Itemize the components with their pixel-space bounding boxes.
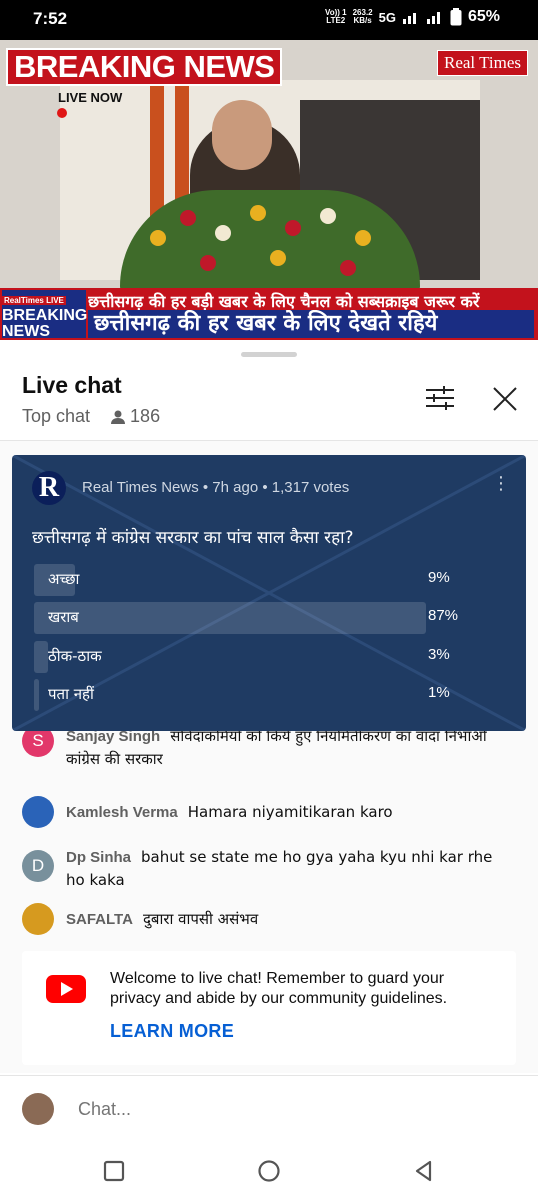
- signal-icon-2: [426, 12, 440, 24]
- video-player[interactable]: BREAKING NEWS LIVE NOW Real Times RealTi…: [0, 40, 538, 340]
- welcome-text: Welcome to live chat! Remember to guard …: [110, 970, 448, 1007]
- poll-option[interactable]: पता नहीं 1%: [34, 679, 484, 711]
- message-author[interactable]: Kamlesh Verma: [66, 804, 178, 821]
- home-icon[interactable]: [257, 1159, 281, 1183]
- poll-option-label: खराब: [48, 608, 79, 626]
- status-bar: 7:52 Vo)) 1 LTE2 263.2 KB/s 5G 65%: [0, 0, 538, 40]
- learn-more-button[interactable]: LEARN MORE: [110, 1021, 234, 1042]
- message-author[interactable]: Dp Sinha: [66, 849, 131, 866]
- signal-icon: [402, 13, 416, 24]
- ticker-top-text: छत्तीसगढ़ की हर बड़ी खबर के लिए चैनल को …: [88, 292, 480, 310]
- chat-input[interactable]: [76, 1098, 380, 1121]
- chat-message: S Sanjay Singh संविदाकर्मियों को किये हुए…: [22, 725, 512, 770]
- battery-percent: 65%: [467, 8, 500, 25]
- message-text: Hamara niyamitikaran karo: [187, 803, 393, 821]
- network-speed: 263.2 KB/s: [352, 8, 373, 25]
- viewers-icon: [111, 410, 126, 424]
- back-icon[interactable]: [412, 1159, 436, 1183]
- poll-option-label: पता नहीं: [48, 685, 94, 703]
- poll-option[interactable]: अच्छा 9%: [34, 564, 484, 596]
- poll-option[interactable]: खराब 87%: [34, 602, 484, 634]
- close-icon[interactable]: [490, 384, 520, 414]
- poll-option-percent: 9%: [428, 569, 450, 586]
- chat-message: SAFALTA दुबारा वापसी असंभव: [22, 903, 512, 935]
- battery-icon: [450, 8, 462, 26]
- chat-mode-selector[interactable]: Top chat 186: [22, 406, 160, 427]
- ticker-bottom-text: छत्तीसगढ़ की हर खबर के लिए देखते रहिये: [88, 310, 534, 338]
- poll-option-label: अच्छा: [48, 570, 80, 588]
- user-avatar[interactable]: [22, 1093, 54, 1125]
- chat-mode-label[interactable]: Top chat: [22, 406, 90, 427]
- poll-option-bar: [34, 679, 39, 711]
- poll-option-bar: [34, 602, 426, 634]
- more-options-icon[interactable]: ⋮: [492, 473, 510, 494]
- flower-bouquet: [120, 190, 420, 300]
- filter-icon[interactable]: [424, 384, 456, 412]
- breaking-news-tag: RealTimes LIVE BREAKING NEWS: [2, 290, 87, 340]
- poll-option-bar: [34, 641, 48, 673]
- chat-input-bar: [0, 1075, 538, 1146]
- avatar[interactable]: D: [22, 850, 54, 882]
- clock: 7:52: [33, 9, 68, 28]
- breaking-news-banner: BREAKING NEWS: [6, 48, 283, 86]
- channel-logo: Real Times: [437, 50, 528, 76]
- recents-icon[interactable]: [102, 1159, 126, 1183]
- poll-option-percent: 1%: [428, 684, 450, 701]
- viewer-count: 186: [130, 406, 161, 426]
- system-nav-bar: [0, 1145, 538, 1200]
- live-chat-title: Live chat: [22, 372, 122, 398]
- network-type: 5G: [378, 9, 396, 25]
- youtube-logo-icon: [46, 975, 86, 1003]
- live-chat-panel: Live chat Top chat 186 S Sanjay Singh संव…: [0, 340, 538, 1200]
- message-author[interactable]: SAFALTA: [66, 911, 133, 928]
- welcome-card: Welcome to live chat! Remember to guard …: [22, 951, 516, 1065]
- channel-avatar[interactable]: R: [32, 471, 66, 505]
- live-indicator-icon: [57, 108, 67, 118]
- drag-handle[interactable]: [241, 352, 297, 357]
- poll-option-percent: 3%: [428, 646, 450, 663]
- poll-card: R Real Times News • 7h ago • 1,317 votes…: [12, 455, 526, 731]
- volte-indicator: Vo)) 1 LTE2: [324, 8, 347, 25]
- message-text: दुबारा वापसी असंभव: [142, 910, 259, 928]
- avatar[interactable]: [22, 796, 54, 828]
- poll-option-label: ठीक-ठाक: [48, 647, 102, 665]
- poll-option-percent: 87%: [428, 607, 459, 624]
- avatar[interactable]: [22, 903, 54, 935]
- live-now-label: LIVE NOW: [58, 90, 123, 105]
- poll-option[interactable]: ठीक-ठाक 3%: [34, 641, 484, 673]
- status-icons: Vo)) 1 LTE2 263.2 KB/s 5G 65%: [325, 8, 500, 26]
- poll-meta: Real Times News • 7h ago • 1,317 votes: [82, 479, 350, 496]
- chat-message: D Dp Sinha bahut se state me ho gya yaha …: [22, 846, 512, 891]
- chat-messages[interactable]: S Sanjay Singh संविदाकर्मियों को किये हुए…: [0, 441, 538, 1073]
- chat-message: Kamlesh Verma Hamara niyamitikaran karo: [22, 796, 512, 828]
- poll-question: छत्तीसगढ़ में कांग्रेस सरकार का पांच साल…: [32, 528, 354, 548]
- news-ticker: RealTimes LIVE BREAKING NEWS छत्तीसगढ़ क…: [0, 288, 538, 340]
